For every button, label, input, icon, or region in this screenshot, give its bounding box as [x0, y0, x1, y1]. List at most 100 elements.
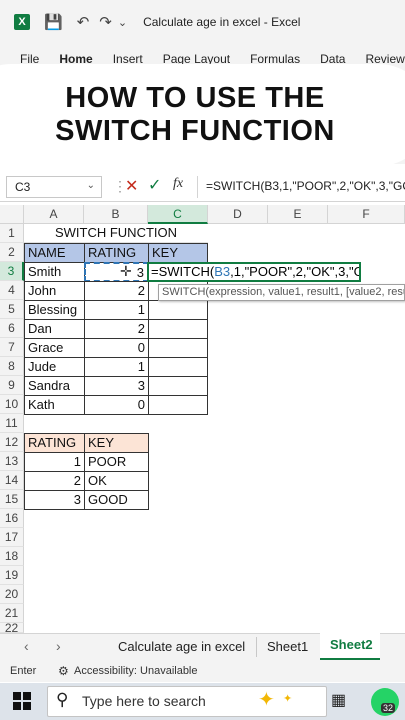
name-cell[interactable]: Blessing	[24, 300, 85, 320]
row-header[interactable]: 20	[0, 585, 24, 604]
name-cell[interactable]: Jude	[24, 357, 85, 377]
name-box[interactable]: C3 ⌄	[6, 176, 102, 198]
sheet-tab-sheet2[interactable]: Sheet2	[330, 637, 373, 652]
key-cell[interactable]	[148, 357, 208, 377]
row-header[interactable]: 1	[0, 224, 24, 243]
row-header[interactable]: 16	[0, 509, 24, 528]
header-name-cell[interactable]: NAME	[24, 243, 85, 263]
rating-cell[interactable]: 0	[84, 395, 149, 415]
key-cell[interactable]	[148, 300, 208, 320]
task-view-icon[interactable]: ▦	[331, 690, 346, 710]
lookup-header-rating[interactable]: RATING	[24, 433, 85, 453]
undo-icon[interactable]: ↶	[77, 13, 90, 31]
name-cell[interactable]: Grace	[24, 338, 85, 358]
active-cell-editor[interactable]: =SWITCH(B3,1,"POOR",2,"OK",3,"GO	[147, 262, 361, 282]
notification-badge: 32	[381, 703, 396, 713]
row-header[interactable]: 17	[0, 528, 24, 547]
rating-cell[interactable]: 2	[84, 319, 149, 339]
excel-logo-icon: X	[14, 14, 30, 30]
lookup-rating-cell[interactable]: 1	[24, 452, 85, 472]
row-header-selected[interactable]: 3	[0, 262, 24, 281]
rating-cell[interactable]: 0	[84, 338, 149, 358]
status-mode: Enter	[10, 665, 37, 677]
row-header[interactable]: 14	[0, 471, 24, 490]
row-header[interactable]: 9	[0, 376, 24, 395]
key-cell[interactable]	[148, 395, 208, 415]
row-header[interactable]: 10	[0, 395, 24, 414]
name-cell[interactable]: Smith	[24, 262, 85, 282]
column-header-d[interactable]: D	[208, 205, 268, 224]
banner-line-2: SWITCH FUNCTION	[55, 115, 335, 147]
lookup-rating-cell[interactable]: 3	[24, 490, 85, 510]
rating-cell[interactable]: 2	[84, 281, 149, 301]
rating-cell[interactable]: 1	[84, 300, 149, 320]
name-cell[interactable]: John	[24, 281, 85, 301]
document-title: Calculate age in excel - Excel	[143, 15, 301, 29]
enter-check-icon[interactable]: ✓	[148, 175, 161, 195]
key-cell[interactable]	[148, 376, 208, 396]
row-header[interactable]: 5	[0, 300, 24, 319]
tab-divider	[256, 637, 257, 657]
column-header-b[interactable]: B	[84, 205, 148, 224]
redo-icon[interactable]: ↷	[99, 13, 112, 31]
insert-function-icon[interactable]: fx	[173, 176, 183, 192]
row-header[interactable]: 2	[0, 243, 24, 262]
lookup-key-cell[interactable]: OK	[84, 471, 149, 491]
row-header[interactable]: 7	[0, 338, 24, 357]
key-cell[interactable]	[148, 338, 208, 358]
banner-line-1: HOW TO USE THE	[65, 82, 325, 114]
row-header[interactable]: 4	[0, 281, 24, 300]
key-cell[interactable]	[148, 319, 208, 339]
accessibility-status[interactable]: Accessibility: Unavailable	[74, 665, 198, 677]
search-icon: ⚲	[56, 690, 69, 709]
rating-cell[interactable]: 1	[84, 357, 149, 377]
chevron-right-icon[interactable]: ›	[56, 638, 61, 654]
function-tooltip: SWITCH(expression, value1, result1, [val…	[158, 284, 405, 301]
lookup-key-cell[interactable]: GOOD	[84, 490, 149, 510]
rating-cell-referenced[interactable]: 3	[84, 262, 149, 282]
formula-divider	[197, 176, 198, 198]
table-title-cell[interactable]: SWITCH FUNCTION	[24, 224, 208, 243]
formula-input[interactable]: =SWITCH(B3,1,"POOR",2,"OK",3,"GO	[206, 179, 405, 193]
cancel-icon[interactable]: ✕	[125, 176, 138, 196]
row-header[interactable]: 8	[0, 357, 24, 376]
editor-reference: B3	[214, 264, 231, 279]
header-key-cell[interactable]: KEY	[148, 243, 208, 263]
title-bar: X 💾 ↶ ↷ ⌄ Calculate age in excel - Excel	[0, 0, 405, 44]
search-placeholder: Type here to search	[82, 693, 206, 709]
chevron-down-icon[interactable]: ⌄	[87, 180, 95, 191]
sheet-tab-sheet1[interactable]: Sheet1	[267, 639, 308, 654]
lookup-rating-cell[interactable]: 2	[24, 471, 85, 491]
column-header-a[interactable]: A	[24, 205, 84, 224]
row-header[interactable]: 15	[0, 490, 24, 509]
save-icon[interactable]: 💾	[44, 13, 63, 31]
header-rating-cell[interactable]: RATING	[84, 243, 149, 263]
lookup-key-cell[interactable]: POOR	[84, 452, 149, 472]
sparkle-icon[interactable]: ✦	[258, 687, 275, 712]
row-header[interactable]: 12	[0, 433, 24, 452]
row-header[interactable]: 11	[0, 414, 24, 433]
chevron-down-icon[interactable]: ⌄	[118, 16, 127, 29]
row-header[interactable]: 6	[0, 319, 24, 338]
name-box-value: C3	[15, 180, 31, 194]
select-all-corner[interactable]	[0, 205, 24, 224]
row-header[interactable]: 22	[0, 623, 24, 633]
editor-prefix: =SWITCH(	[151, 264, 215, 279]
name-cell[interactable]: Kath	[24, 395, 85, 415]
row-header[interactable]: 13	[0, 452, 24, 471]
name-cell[interactable]: Sandra	[24, 376, 85, 396]
rating-cell[interactable]: 3	[84, 376, 149, 396]
sheet-tab-workbook[interactable]: Calculate age in excel	[118, 639, 245, 654]
column-header-f[interactable]: F	[328, 205, 405, 224]
row-header[interactable]: 19	[0, 566, 24, 585]
row-header[interactable]: 21	[0, 604, 24, 623]
windows-start-icon[interactable]	[13, 692, 31, 710]
accessibility-icon: ⚙	[58, 664, 69, 678]
chevron-left-icon[interactable]: ‹	[24, 638, 29, 654]
row-header[interactable]: 18	[0, 547, 24, 566]
column-header-e[interactable]: E	[268, 205, 328, 224]
column-header-c[interactable]: C	[148, 205, 208, 224]
name-cell[interactable]: Dan	[24, 319, 85, 339]
lookup-header-key[interactable]: KEY	[84, 433, 149, 453]
cursor-crosshair-icon: ✛	[120, 263, 132, 279]
